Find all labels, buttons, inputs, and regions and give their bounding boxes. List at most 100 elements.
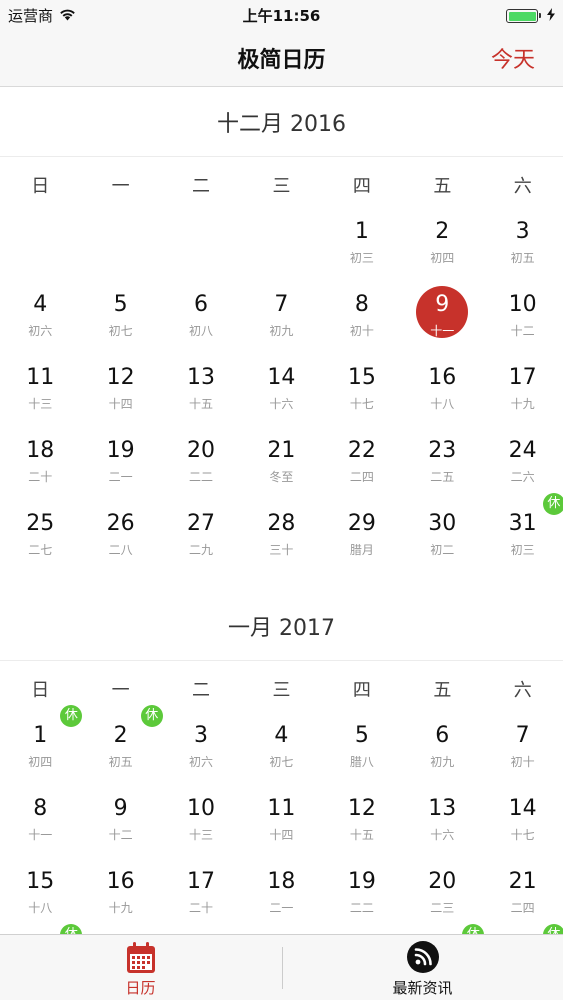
day-cell[interactable]: 10 十三 [161, 790, 241, 863]
lunar-date: 初八 [189, 324, 214, 338]
day-cell[interactable]: 12 十四 [80, 359, 160, 432]
day-cell[interactable]: 26 二八 [80, 505, 160, 578]
tab-news[interactable]: 最新资讯 [282, 935, 563, 1001]
day-number: 19 [106, 438, 135, 463]
lunar-date: 十二 [108, 828, 133, 842]
day-cell[interactable]: 27 二九 [161, 505, 241, 578]
day-cell[interactable]: 5 初七 [80, 286, 160, 359]
day-cell[interactable]: 15 十七 [322, 359, 402, 432]
day-cell[interactable]: 1 初三 [322, 213, 402, 286]
day-cell[interactable]: 14 十七 [482, 790, 562, 863]
day-cell[interactable]: 3 初六 [161, 717, 241, 790]
weekday-label: 六 [513, 176, 532, 197]
day-cell[interactable]: 19 二二 [322, 863, 402, 934]
lunar-date: 初四 [430, 251, 455, 265]
holiday-badge: 休 [140, 705, 163, 727]
day-number: 5 [113, 292, 128, 317]
day-number: 23 [428, 438, 457, 463]
day-cell[interactable]: 6 初九 [402, 717, 482, 790]
day-cell[interactable]: 9 十二 [80, 790, 160, 863]
day-number: 12 [347, 796, 376, 821]
day-cell[interactable]: 13 十五 [161, 359, 241, 432]
day-cell[interactable]: 25 二七 [0, 505, 80, 578]
day-cell[interactable]: 1 初四休 [0, 705, 83, 790]
day-cell[interactable]: 4 初六 [0, 286, 80, 359]
day-cell-selected[interactable]: 9 十一 [402, 286, 482, 359]
day-number: 26 [106, 511, 135, 536]
day-cell[interactable]: 12 十五 [322, 790, 402, 863]
day-cell[interactable]: 31 初三休 [482, 493, 563, 578]
lunar-date: 初九 [430, 755, 455, 769]
day-cell[interactable]: 22 二四 [322, 432, 402, 505]
day-cell[interactable]: 29 腊月 [322, 505, 402, 578]
day-number: 16 [428, 365, 457, 390]
day-cell[interactable]: 17 十九 [482, 359, 562, 432]
day-cell[interactable]: 28 三十 [241, 505, 321, 578]
day-number: 1 [354, 219, 369, 244]
day-cell[interactable]: 14 十六 [241, 359, 321, 432]
day-cell[interactable]: 18 二一 [241, 863, 321, 934]
lunar-date: 十四 [108, 397, 133, 411]
day-number: 15 [347, 365, 376, 390]
day-cell[interactable]: 8 初十 [322, 286, 402, 359]
day-cell[interactable]: 2 初五休 [80, 705, 163, 790]
day-cell[interactable]: 4 初七 [241, 717, 321, 790]
day-cell[interactable]: 30 初二 [402, 505, 482, 578]
day-cell[interactable]: 11 十四 [241, 790, 321, 863]
lunar-date: 十六 [430, 828, 455, 842]
day-cell[interactable]: 8 十一 [0, 790, 80, 863]
lunar-date: 十二 [510, 324, 535, 338]
day-number: 24 [508, 438, 537, 463]
day-cell[interactable]: 10 十二 [482, 286, 562, 359]
tab-bar: 日历 最新资讯 [0, 934, 563, 1000]
day-cell[interactable]: 7 初九 [241, 286, 321, 359]
day-number: 7 [274, 292, 289, 317]
day-number: 20 [428, 869, 457, 894]
day-cell[interactable]: 16 十九 [80, 863, 160, 934]
day-cell[interactable]: 18 二十 [0, 432, 80, 505]
lunar-date: 初七 [108, 324, 133, 338]
lunar-date: 二四 [349, 470, 374, 484]
day-cell[interactable]: 13 十六 [402, 790, 482, 863]
day-cell[interactable]: 5 腊八 [322, 717, 402, 790]
lunar-date: 二九 [189, 543, 214, 557]
day-number: 4 [33, 292, 48, 317]
lunar-date: 十五 [349, 828, 374, 842]
weekday-header-row: 日一二三四五六 [0, 661, 563, 717]
lunar-date: 初六 [189, 755, 214, 769]
status-time: 上午11:56 [242, 7, 321, 25]
day-cell[interactable]: 7 初十 [482, 717, 562, 790]
day-number: 3 [194, 723, 209, 748]
lunar-date: 十五 [189, 397, 214, 411]
day-number: 18 [26, 438, 55, 463]
tab-calendar[interactable]: 日历 [0, 935, 281, 1001]
day-cell[interactable]: 3 初五 [482, 213, 562, 286]
day-cell[interactable]: 23 二五 [402, 432, 482, 505]
lunar-date: 初十 [510, 755, 535, 769]
lunar-date: 十四 [269, 828, 294, 842]
day-number: 13 [187, 365, 216, 390]
calendar-scroll-view[interactable]: 十二月 2016 日一二三四五六 1 初三 2 初四 3 初五 4 初六 5 初七 6 初八 7 初九 8 初十 9… [0, 87, 563, 934]
day-grid: 1 初四休 2 初五休 3 初六 4 初七 5 腊八 6 初九 7 初十 8 十一 9 十二 10 十三 11 十四 12 十… [0, 705, 563, 934]
day-cell[interactable]: 6 初八 [161, 286, 241, 359]
day-cell[interactable]: 16 十八 [402, 359, 482, 432]
day-cell[interactable]: 19 二一 [80, 432, 160, 505]
day-number: 4 [274, 723, 289, 748]
status-bar: 运营商 上午11:56 [0, 0, 563, 30]
day-number: 11 [267, 796, 296, 821]
day-cell[interactable]: 17 二十 [161, 863, 241, 934]
day-number: 20 [187, 438, 216, 463]
lunar-date: 二四 [510, 901, 535, 915]
day-number: 29 [347, 511, 376, 536]
day-cell[interactable]: 20 二二 [161, 432, 241, 505]
lunar-date: 十三 [28, 397, 53, 411]
day-cell[interactable]: 21 冬至 [241, 432, 321, 505]
navigation-bar: 极简日历 今天 [0, 30, 563, 87]
day-number: 11 [26, 365, 55, 390]
lunar-date: 十六 [269, 397, 294, 411]
day-cell[interactable]: 11 十三 [0, 359, 80, 432]
day-cell[interactable]: 2 初四 [402, 213, 482, 286]
weekday-label: 四 [352, 176, 371, 197]
day-number: 9 [113, 796, 128, 821]
today-button[interactable]: 今天 [491, 42, 535, 74]
